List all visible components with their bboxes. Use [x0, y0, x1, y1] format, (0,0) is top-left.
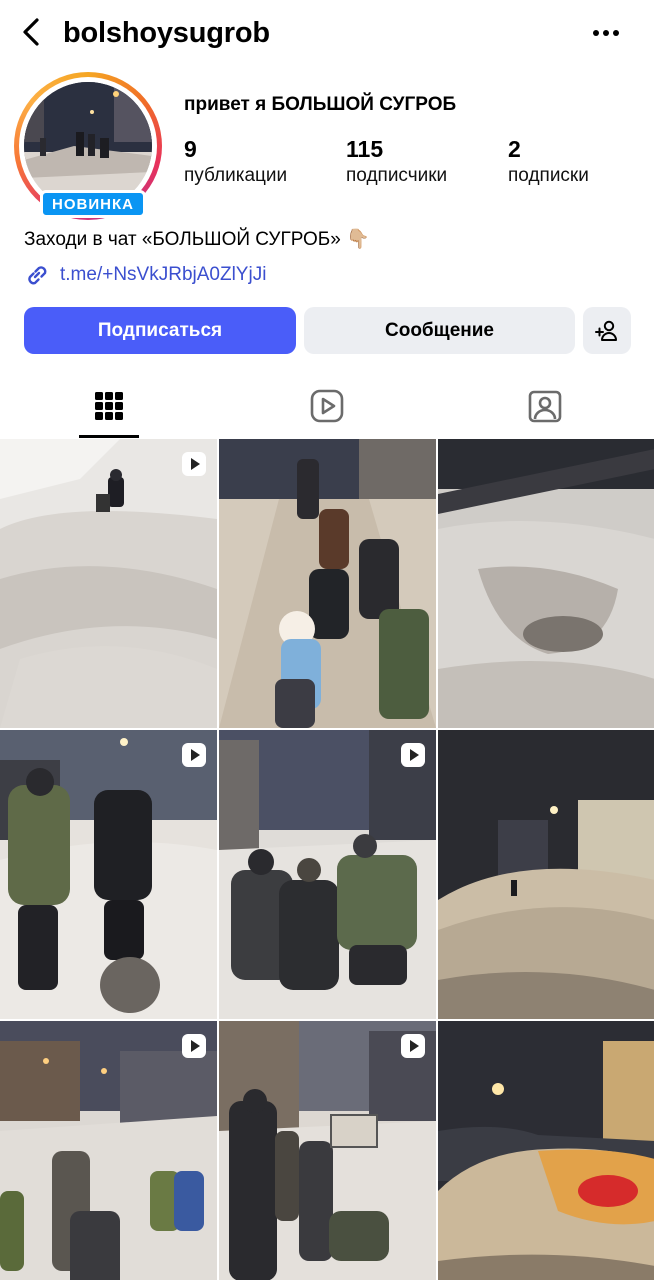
chevron-left-icon: [23, 18, 39, 46]
back-button[interactable]: [14, 14, 48, 50]
reel-indicator-icon: [182, 452, 206, 476]
stat-posts-label: публикации: [184, 165, 288, 186]
profile-name: привет я БОЛЬШОЙ СУГРОБ: [184, 94, 457, 115]
reel-indicator-icon: [182, 743, 206, 767]
post-thumbnail[interactable]: [0, 730, 217, 1019]
profile-username: bolshoysugrob: [63, 17, 270, 49]
stat-followers-label: подписчики: [346, 165, 448, 186]
reel-indicator-icon: [401, 1034, 425, 1058]
post-thumbnail[interactable]: [219, 730, 436, 1019]
profile-link[interactable]: t.me/+NsVkJRbjA0ZlYjJi: [24, 260, 266, 290]
profile-bio: Заходи в чат «БОЛЬШОЙ СУГРОБ» 👇🏼: [24, 229, 370, 250]
more-options-button[interactable]: [588, 18, 624, 48]
post-thumbnail[interactable]: [438, 1021, 654, 1280]
tagged-person-icon: [528, 390, 562, 423]
stat-following-count: 2: [508, 136, 521, 162]
stat-posts[interactable]: 9 публикации: [184, 134, 287, 188]
stat-following[interactable]: 2 подписки: [508, 134, 589, 188]
add-person-icon: [595, 320, 617, 341]
stat-following-label: подписки: [508, 165, 589, 186]
stat-followers-count: 115: [346, 136, 384, 162]
grid-icon: [95, 392, 123, 420]
reel-indicator-icon: [401, 743, 425, 767]
post-thumbnail[interactable]: [438, 730, 654, 1019]
post-thumbnail[interactable]: [219, 1021, 436, 1280]
tab-grid[interactable]: [0, 374, 218, 438]
post-thumbnail[interactable]: [219, 439, 436, 728]
message-button[interactable]: Сообщение: [304, 307, 575, 354]
more-horizontal-icon: [593, 30, 619, 36]
link-icon: [28, 266, 47, 285]
active-tab-indicator: [79, 435, 139, 438]
top-bar: bolshoysugrob: [0, 0, 654, 66]
tab-tagged[interactable]: [436, 374, 654, 438]
profile-link-text: t.me/+NsVkJRbjA0ZlYjJi: [60, 264, 267, 285]
post-thumbnail[interactable]: [438, 439, 654, 728]
avatar[interactable]: НОВИНКА: [14, 72, 164, 222]
tab-reels[interactable]: [218, 374, 436, 438]
post-thumbnail[interactable]: [0, 1021, 217, 1280]
post-thumbnail[interactable]: [0, 439, 217, 728]
stat-followers[interactable]: 115 подписчики: [346, 134, 447, 188]
new-badge: НОВИНКА: [40, 190, 146, 218]
suggest-users-button[interactable]: [583, 307, 631, 354]
follow-button[interactable]: Подписаться: [24, 307, 296, 354]
reel-indicator-icon: [182, 1034, 206, 1058]
content-tabs: [0, 374, 654, 438]
reels-icon: [310, 389, 344, 423]
stat-posts-count: 9: [184, 136, 197, 162]
